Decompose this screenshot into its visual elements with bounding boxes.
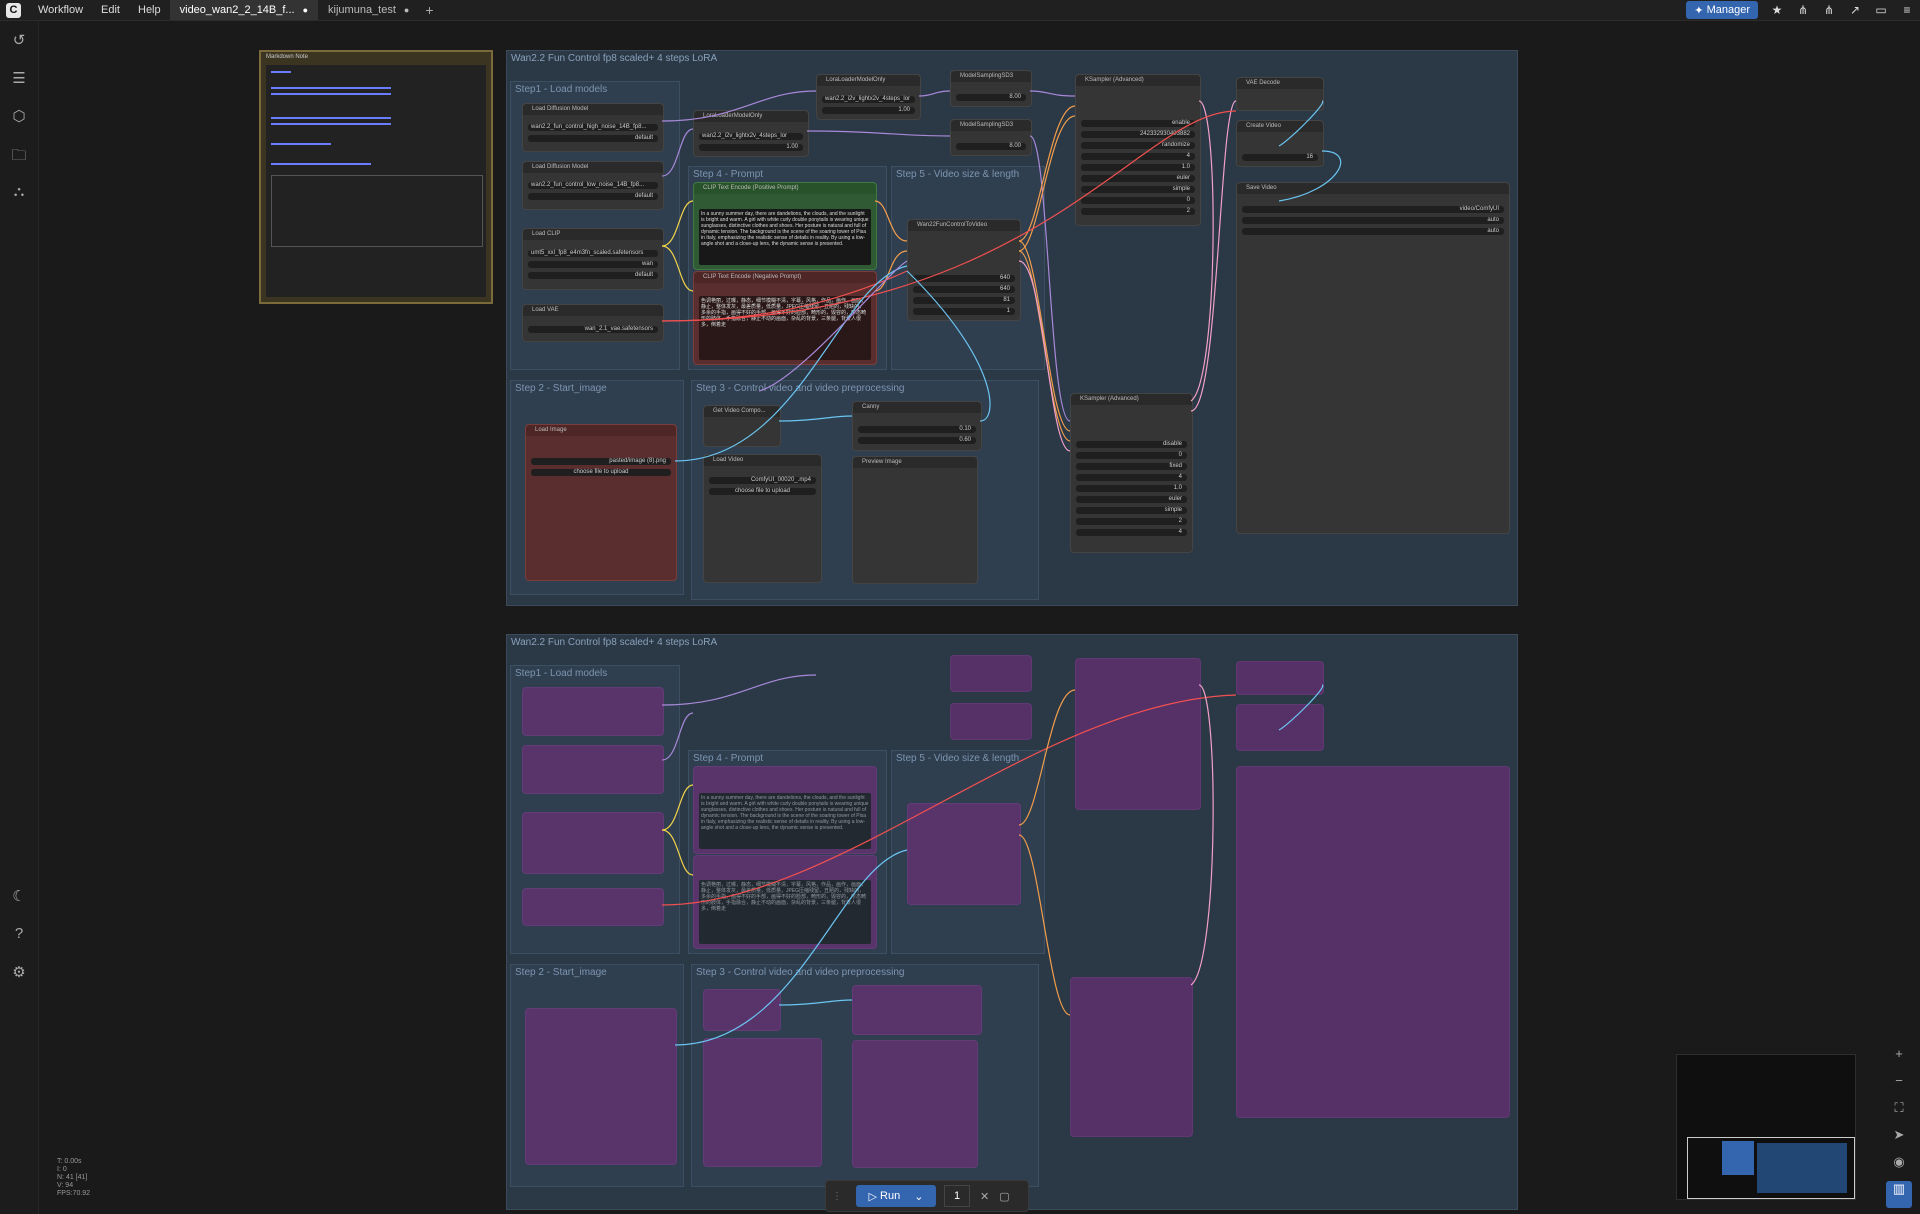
menu-icon[interactable]: ≡ [1894, 3, 1920, 17]
image-link [778, 999, 853, 1006]
settings-gear-icon[interactable]: ⚙ [0, 963, 38, 981]
stat-line: I: 0 [57, 1166, 67, 1173]
conditioning-link [1018, 115, 1076, 252]
star-icon[interactable]: ★ [1764, 3, 1790, 17]
node-library-icon[interactable]: ⬡ [0, 107, 38, 125]
clip-link [661, 829, 694, 876]
tab-label: kijumuna_test [328, 4, 396, 16]
run-toolbar: ⋮ ▷ Run ⌄ 1 ✕ ▢ [825, 1180, 1029, 1212]
unsaved-dot-icon: ● [403, 5, 410, 15]
vae-link [661, 110, 1237, 322]
history-icon[interactable]: ↺ [0, 31, 38, 49]
model-link [661, 90, 817, 122]
latent-link [1190, 100, 1214, 402]
perf-stats: T: 0.00s I: 0 N: 41 [41] V: 94 FPS:70.92 [57, 1158, 90, 1198]
link [758, 260, 908, 392]
tab-workflow-active[interactable]: video_wan2_2_14B_f... ● [169, 0, 319, 20]
run-button[interactable]: ▷ Run ⌄ [856, 1185, 936, 1207]
share-icon[interactable]: ↗ [1842, 3, 1868, 17]
model-link [806, 130, 951, 137]
play-icon: ▷ [868, 1190, 881, 1203]
vae-link [661, 694, 1237, 906]
batch-count-input[interactable]: 1 [944, 1185, 970, 1207]
image-link [778, 415, 853, 422]
manager-button[interactable]: ✦ Manager [1686, 1, 1758, 19]
minimap-toggle-icon[interactable]: ▥ [1886, 1181, 1912, 1208]
minimap-node [1757, 1143, 1847, 1193]
tab-label: video_wan2_2_14B_f... [179, 4, 295, 16]
new-tab-icon[interactable]: + [425, 2, 433, 18]
model-link [918, 90, 951, 97]
stat-line: T: 0.00s [57, 1158, 82, 1165]
queue-list-icon[interactable]: ☰ [0, 69, 38, 87]
stat-line: FPS:70.92 [57, 1190, 91, 1197]
theme-toggle-icon[interactable]: ☾ [0, 887, 38, 905]
fit-view-icon[interactable]: ⛶ [1880, 1100, 1918, 1127]
puzzle-icon: ✦ [1694, 4, 1707, 17]
menu-edit[interactable]: Edit [92, 4, 129, 16]
stat-line: V: 94 [57, 1182, 74, 1189]
clip-link [661, 245, 694, 292]
clip-link [661, 784, 694, 831]
panel-toggle-icon[interactable]: ▭ [1868, 3, 1894, 17]
queue-icon[interactable]: ⋔ [1790, 3, 1816, 17]
conditioning-link [874, 200, 908, 242]
model-link [1029, 90, 1076, 97]
image-link [1278, 684, 1324, 731]
menu-workflow[interactable]: Workflow [29, 4, 92, 16]
latent-link [1190, 684, 1214, 986]
comfy-logo-icon[interactable]: C [6, 2, 21, 18]
templates-icon[interactable]: ⛬ [0, 183, 38, 200]
minimap[interactable] [1676, 1054, 1856, 1200]
canvas-tools: + − ⛶ ➤ ◉ ▥ [1880, 1046, 1918, 1208]
conditioning-link [1018, 834, 1071, 1016]
video-link [1278, 150, 1342, 202]
drag-handle-icon[interactable]: ⋮ [832, 1191, 842, 1202]
history-icon[interactable]: ⋔ [1816, 3, 1842, 17]
model-link [661, 712, 694, 761]
latent-link [1190, 100, 1237, 412]
chevron-down-icon[interactable]: ⌄ [914, 1190, 923, 1203]
minimap-node [1722, 1141, 1754, 1175]
folder-icon[interactable]: 🗀 [0, 145, 38, 170]
node-links [661, 90, 1342, 1046]
manager-label: Manager [1706, 4, 1750, 16]
stop-icon[interactable]: ▢ [999, 1190, 1009, 1203]
model-link [661, 674, 817, 706]
cancel-icon[interactable]: ✕ [980, 1190, 989, 1203]
clip-link [661, 200, 694, 247]
top-bar: C Workflow Edit Help video_wan2_2_14B_f.… [0, 0, 1920, 21]
stat-line: N: 41 [41] [57, 1174, 88, 1181]
toggle-links-icon[interactable]: ◉ [1880, 1154, 1918, 1181]
conditioning-link [874, 250, 908, 292]
zoom-out-icon[interactable]: − [1880, 1073, 1918, 1100]
help-icon[interactable]: ? [0, 925, 38, 942]
tab-workflow[interactable]: kijumuna_test ● [318, 0, 419, 20]
unsaved-dot-icon: ● [302, 5, 309, 15]
select-mode-icon[interactable]: ➤ [1880, 1127, 1918, 1154]
topbar-actions: ✦ Manager ★ ⋔ ⋔ ↗ ▭ ≡ [1686, 0, 1920, 20]
menu-help[interactable]: Help [129, 4, 170, 16]
graph-canvas[interactable]: Markdown Note Wan2.2 Fun Control fp8 sca… [39, 21, 1920, 1214]
zoom-in-icon[interactable]: + [1880, 1046, 1918, 1073]
run-label: Run [880, 1190, 901, 1202]
image-link [906, 270, 991, 422]
image-link [1278, 100, 1324, 147]
model-link [661, 128, 694, 177]
image-link [674, 849, 908, 1046]
left-sidebar: ↺ ☰ ⬡ 🗀 ⛬ ☾ ? ⚙ [0, 21, 39, 1214]
conditioning-link [1018, 240, 1071, 432]
